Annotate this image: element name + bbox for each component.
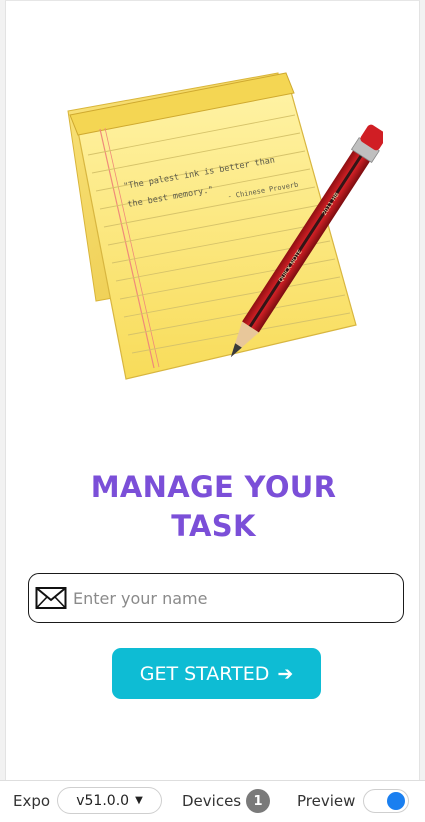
expo-label: Expo [13, 792, 51, 810]
devices-label[interactable]: Devices [182, 792, 241, 810]
title-line-1: MANAGE YOUR [90, 470, 337, 504]
arrow-right-icon: ➔ [277, 662, 294, 685]
toggle-knob [387, 792, 405, 810]
version-select[interactable]: v51.0.0 ▼ [57, 787, 162, 814]
title-line-2: TASK [171, 509, 256, 543]
expo-bottom-bar: Expo v51.0.0 ▼ Devices 1 Preview [0, 780, 425, 822]
get-started-button[interactable]: GET STARTED ➔ [112, 648, 321, 699]
devices-count-badge: 1 [246, 789, 270, 813]
app-frame: "The palest ink is better than the best … [5, 0, 420, 780]
get-started-label: GET STARTED [139, 662, 270, 685]
name-input[interactable] [73, 574, 403, 622]
envelope-icon [35, 587, 67, 609]
version-label: v51.0.0 [76, 792, 130, 809]
preview-label: Preview [297, 792, 356, 810]
notepad-pencil-illustration: "The palest ink is better than the best … [67, 72, 383, 380]
preview-toggle[interactable] [363, 789, 409, 813]
name-input-container[interactable] [28, 573, 404, 623]
page-title: MANAGE YOUR TASK [6, 468, 421, 546]
caret-down-icon: ▼ [135, 795, 143, 806]
